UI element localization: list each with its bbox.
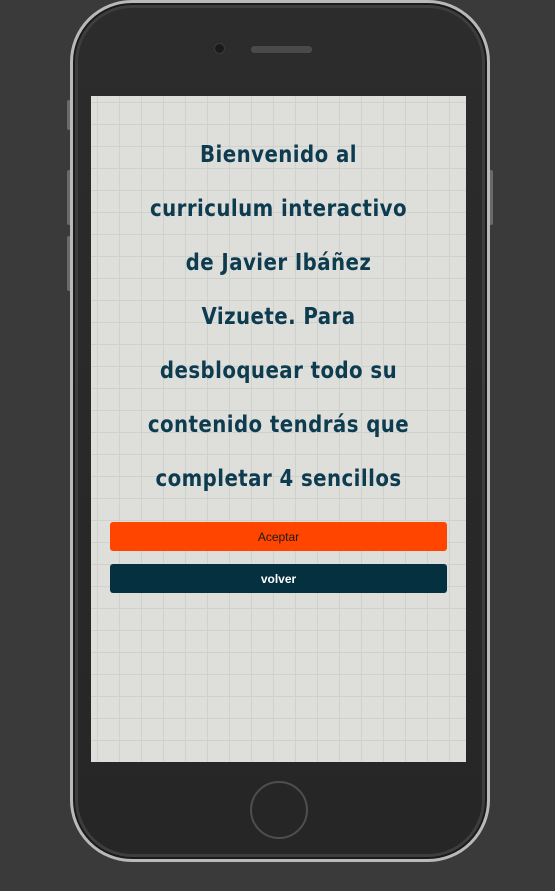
front-camera-icon — [214, 43, 225, 54]
earpiece-speaker — [250, 45, 313, 54]
phone-screen: Bienvenido al curriculum interactivo de … — [91, 96, 466, 762]
page-background: Bienvenido al curriculum interactivo de … — [0, 0, 555, 891]
accept-button[interactable]: Aceptar — [110, 522, 447, 551]
welcome-message: Bienvenido al curriculum interactivo de … — [147, 142, 410, 546]
back-button[interactable]: volver — [110, 564, 447, 593]
home-button — [250, 781, 308, 839]
